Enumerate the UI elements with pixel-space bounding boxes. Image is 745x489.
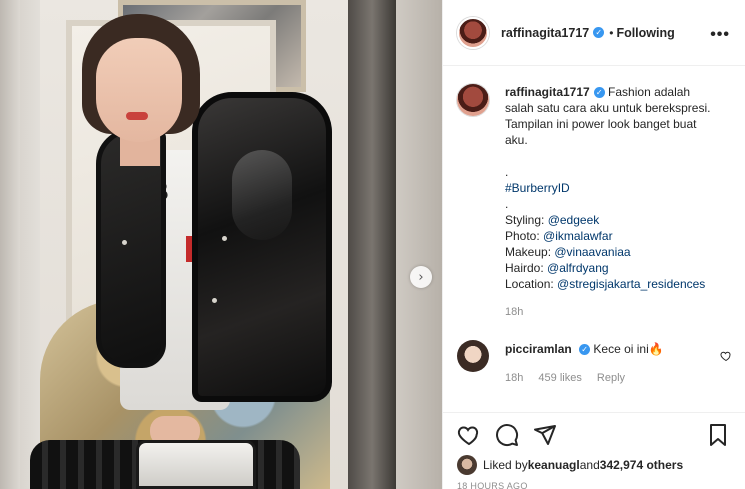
hashtag-link[interactable]: #BurberryID bbox=[505, 180, 719, 196]
separator-dot: • bbox=[609, 25, 614, 40]
comment-icon[interactable] bbox=[495, 423, 519, 447]
jacket-stud bbox=[222, 236, 227, 241]
heart-icon[interactable] bbox=[457, 423, 481, 447]
mention-link[interactable]: @vinaavaniaa bbox=[554, 245, 630, 259]
credit-location: Location: @stregisjakarta_residences bbox=[505, 277, 706, 291]
next-photo-button[interactable]: › bbox=[410, 266, 432, 288]
likes-middle: and bbox=[579, 458, 600, 472]
comment-item: picciramlan ✓ Kece oi ini🔥 18h 459 likes… bbox=[457, 340, 742, 384]
comment-text: Kece oi ini🔥 bbox=[593, 342, 664, 356]
right-pillar bbox=[396, 0, 442, 489]
caption-dot: . bbox=[505, 165, 509, 179]
jacket-shine bbox=[232, 150, 292, 240]
post-header: raffinagita1717 ✓ • Following ••• bbox=[443, 0, 745, 66]
jacket-stud bbox=[122, 240, 127, 245]
post-side-panel: raffinagita1717 ✓ • Following ••• raffin… bbox=[442, 0, 745, 489]
likes-count[interactable]: 342,974 others bbox=[600, 458, 683, 472]
likes-summary[interactable]: Liked by keanuagl and 342,974 others bbox=[457, 455, 683, 475]
caption-text-block: raffinagita1717 ✓ Fashion adalah salah sa… bbox=[505, 84, 719, 320]
header-username[interactable]: raffinagita1717 bbox=[501, 26, 589, 40]
following-button[interactable]: Following bbox=[616, 26, 674, 40]
mention-link[interactable]: @ikmalawfar bbox=[543, 229, 613, 243]
jacket-stud bbox=[212, 298, 217, 303]
mention-link[interactable]: @alfrdyang bbox=[547, 261, 609, 275]
face bbox=[96, 38, 182, 142]
comment-heart-icon[interactable] bbox=[720, 350, 732, 362]
white-bag bbox=[136, 440, 256, 489]
caption-avatar[interactable] bbox=[457, 84, 489, 116]
verified-badge-icon: ✓ bbox=[579, 344, 591, 356]
verified-badge-icon: ✓ bbox=[593, 27, 605, 38]
lips bbox=[126, 112, 148, 120]
caption-time[interactable]: 18h bbox=[505, 304, 719, 320]
comment-likes[interactable]: 459 likes bbox=[538, 372, 581, 384]
caption: raffinagita1717 ✓ Fashion adalah salah sa… bbox=[457, 84, 737, 320]
jacket-right-side bbox=[192, 92, 332, 402]
dark-pillar bbox=[348, 0, 396, 489]
chevron-right-icon: › bbox=[418, 269, 424, 285]
post-date[interactable]: 18 HOURS AGO bbox=[457, 481, 528, 489]
credit-hairdo: Hairdo: @alfrdyang bbox=[505, 261, 609, 275]
reply-button[interactable]: Reply bbox=[597, 372, 625, 384]
mention-link[interactable]: @stregisjakarta_residences bbox=[557, 277, 705, 291]
caption-username[interactable]: raffinagita1717 bbox=[505, 85, 590, 99]
credit-photo: Photo: @ikmalawfar bbox=[505, 229, 613, 243]
commenter-username[interactable]: picciramlan bbox=[505, 342, 572, 356]
more-options-icon[interactable]: ••• bbox=[710, 26, 730, 44]
likes-prefix: Liked by bbox=[483, 458, 528, 472]
liker-username[interactable]: keanuagl bbox=[528, 458, 580, 472]
bookmark-icon[interactable] bbox=[706, 423, 730, 447]
liker-avatar[interactable] bbox=[457, 455, 477, 475]
action-bar: Liked by keanuagl and 342,974 others 18 … bbox=[443, 412, 745, 489]
credit-styling: Styling: @edgeek bbox=[505, 213, 600, 227]
commenter-avatar[interactable] bbox=[457, 340, 489, 372]
comment-time[interactable]: 18h bbox=[505, 372, 523, 384]
left-pillar bbox=[0, 0, 20, 489]
mention-link[interactable]: @edgeek bbox=[548, 213, 600, 227]
avatar[interactable] bbox=[457, 16, 489, 49]
credit-makeup: Makeup: @vinaavaniaa bbox=[505, 245, 631, 259]
send-icon[interactable] bbox=[533, 423, 557, 447]
post-photo[interactable]: B › bbox=[0, 0, 442, 489]
caption-dot: . bbox=[505, 197, 509, 211]
verified-badge-icon: ✓ bbox=[593, 87, 605, 99]
